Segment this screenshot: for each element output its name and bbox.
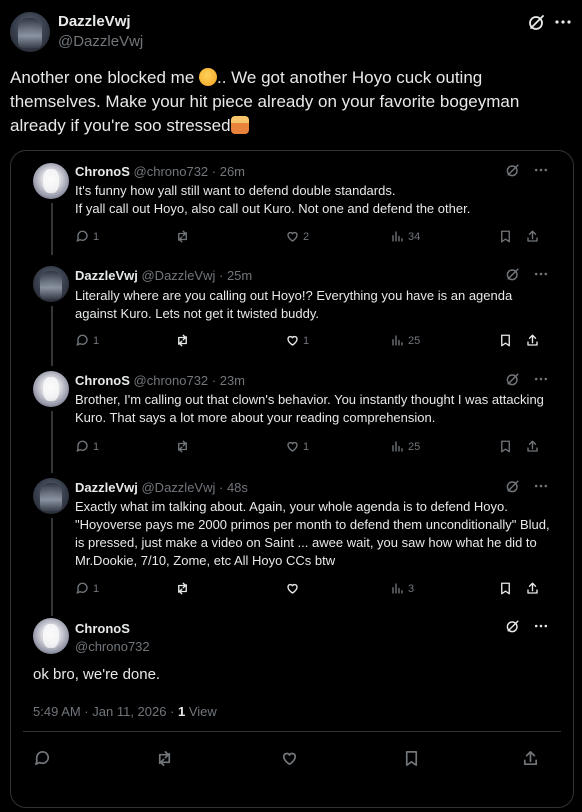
grok-icon[interactable] — [505, 266, 521, 282]
reply-author-name[interactable]: ChronoS — [75, 373, 130, 388]
reply-time: · 25m — [219, 268, 253, 283]
views-button[interactable]: 34 — [390, 229, 420, 244]
reply-button[interactable]: 1 — [75, 333, 99, 348]
bookmark-button[interactable] — [498, 229, 513, 244]
reply-button[interactable]: 1 — [75, 439, 99, 454]
reply-actions: 1 1 25 — [75, 439, 545, 457]
reply-author-name[interactable]: ChronoS — [75, 164, 130, 179]
reply-button[interactable]: 1 — [75, 581, 99, 596]
avatar[interactable] — [33, 618, 69, 654]
more-icon[interactable] — [533, 618, 549, 634]
bookmark-button[interactable] — [498, 333, 513, 348]
reply-text: Brother, I'm calling out that clown's be… — [75, 392, 544, 425]
reply-actions: 1 3 — [75, 581, 545, 599]
more-icon[interactable] — [533, 371, 549, 387]
avatar[interactable] — [33, 266, 69, 302]
reply-text: Literally where are you calling out Hoyo… — [75, 288, 513, 321]
bookmark-button[interactable] — [498, 581, 513, 596]
views-button[interactable]: 25 — [390, 333, 420, 348]
reply-author-handle[interactable]: @DazzleVwj — [141, 268, 215, 283]
avatar[interactable] — [33, 478, 69, 514]
reply-button[interactable] — [33, 749, 52, 768]
repost-button[interactable] — [175, 581, 193, 596]
reply-author-handle[interactable]: @chrono732 — [134, 373, 209, 388]
avatar[interactable] — [33, 163, 69, 199]
author-name[interactable]: DazzleVwj — [58, 13, 131, 30]
reply-author-name[interactable]: DazzleVwj — [75, 268, 138, 283]
share-button[interactable] — [525, 229, 540, 244]
reply-actions: 1 2 34 — [75, 229, 545, 247]
focused-reply-text: ok bro, we're done. — [33, 666, 161, 683]
like-button[interactable]: 2 — [285, 229, 309, 244]
post-actions — [33, 749, 543, 769]
reply-time: · 23m — [211, 373, 246, 388]
grok-icon[interactable] — [505, 618, 521, 634]
person-shrugging-emoji — [230, 116, 249, 134]
grok-icon[interactable] — [527, 12, 547, 32]
post-timestamp: 5:49 AM · Jan 11, 2026 · 1 View — [33, 704, 217, 719]
grok-icon[interactable] — [505, 162, 521, 178]
reply-author-handle[interactable]: @chrono732 — [134, 164, 209, 179]
reply-author-handle[interactable]: @DazzleVwj — [141, 480, 215, 495]
post-text: Another one blocked me .. We got another… — [10, 68, 520, 135]
reply-actions: 1 1 25 — [75, 333, 545, 351]
like-button[interactable] — [285, 581, 303, 596]
reply-time: · 26m — [211, 164, 246, 179]
author-handle[interactable]: @DazzleVwj — [58, 33, 143, 50]
reply-button[interactable]: 1 — [75, 229, 99, 244]
grok-icon[interactable] — [505, 478, 521, 494]
views-button[interactable]: 3 — [390, 581, 414, 596]
reply-author-name[interactable]: DazzleVwj — [75, 480, 138, 495]
like-button[interactable]: 1 — [285, 439, 309, 454]
quoted-thread[interactable]: ChronoS @chrono732 · 26m It's funny how … — [10, 150, 574, 808]
avatar[interactable] — [33, 371, 69, 407]
reply-text: Exactly what im talking about. Again, yo… — [75, 499, 550, 568]
repost-button[interactable] — [175, 229, 193, 244]
reply-time: · 48s — [219, 480, 248, 495]
more-icon[interactable] — [533, 478, 549, 494]
like-button[interactable]: 1 — [285, 333, 309, 348]
more-icon[interactable] — [553, 12, 573, 32]
face-holding-back-tears-emoji — [199, 68, 218, 86]
more-icon[interactable] — [533, 266, 549, 282]
bookmark-button[interactable] — [498, 439, 513, 454]
divider — [23, 731, 561, 732]
bookmark-button[interactable] — [402, 749, 421, 768]
reply-text: It's funny how yall still want to defend… — [75, 183, 471, 216]
grok-icon[interactable] — [505, 371, 521, 387]
reply-author-name[interactable]: ChronoS — [75, 621, 130, 636]
repost-button[interactable] — [175, 333, 193, 348]
share-button[interactable] — [525, 581, 540, 596]
share-button[interactable] — [525, 439, 540, 454]
views-button[interactable]: 25 — [390, 439, 420, 454]
avatar[interactable] — [10, 12, 50, 52]
reply-author-handle[interactable]: @chrono732 — [75, 639, 150, 654]
more-icon[interactable] — [533, 162, 549, 178]
share-button[interactable] — [525, 333, 540, 348]
like-button[interactable] — [280, 749, 299, 768]
share-button[interactable] — [521, 749, 540, 768]
repost-button[interactable] — [155, 749, 174, 768]
repost-button[interactable] — [175, 439, 193, 454]
